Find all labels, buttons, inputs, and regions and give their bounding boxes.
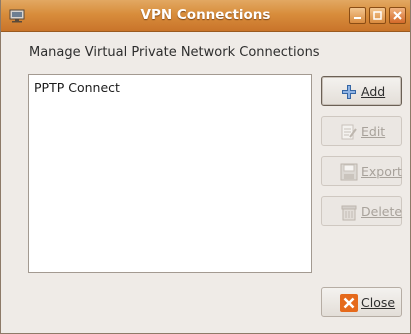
dialog-heading: Manage Virtual Private Network Connectio… [29,45,320,60]
list-item[interactable]: PPTP Connect [34,80,120,95]
close-icon [393,11,402,20]
title-bar[interactable]: VPN Connections [1,0,410,32]
maximize-button[interactable] [369,7,386,24]
maximize-icon [373,11,382,20]
close-x-icon [340,294,358,312]
close-button-label: Close [361,295,396,310]
close-button[interactable]: Close [321,287,402,317]
delete-button[interactable]: Delete [321,196,402,226]
export-button[interactable]: Export [321,156,402,186]
connections-list[interactable]: PPTP Connect [28,74,312,273]
delete-button-label: Delete [361,204,403,219]
edit-button[interactable]: Edit [321,116,402,146]
add-button-label: Add [361,84,386,99]
trash-icon [340,203,358,221]
floppy-disk-icon [340,163,358,181]
edit-document-icon [340,123,358,141]
minimize-button[interactable] [349,7,366,24]
edit-button-label: Edit [361,124,386,139]
minimize-icon [354,17,361,19]
export-button-label: Export [361,164,402,179]
add-button[interactable]: Add [321,76,402,106]
window-close-button[interactable] [389,7,406,24]
vpn-connections-window: VPN Connections Manage Virtual Private N… [0,0,411,334]
plus-icon [340,83,358,101]
